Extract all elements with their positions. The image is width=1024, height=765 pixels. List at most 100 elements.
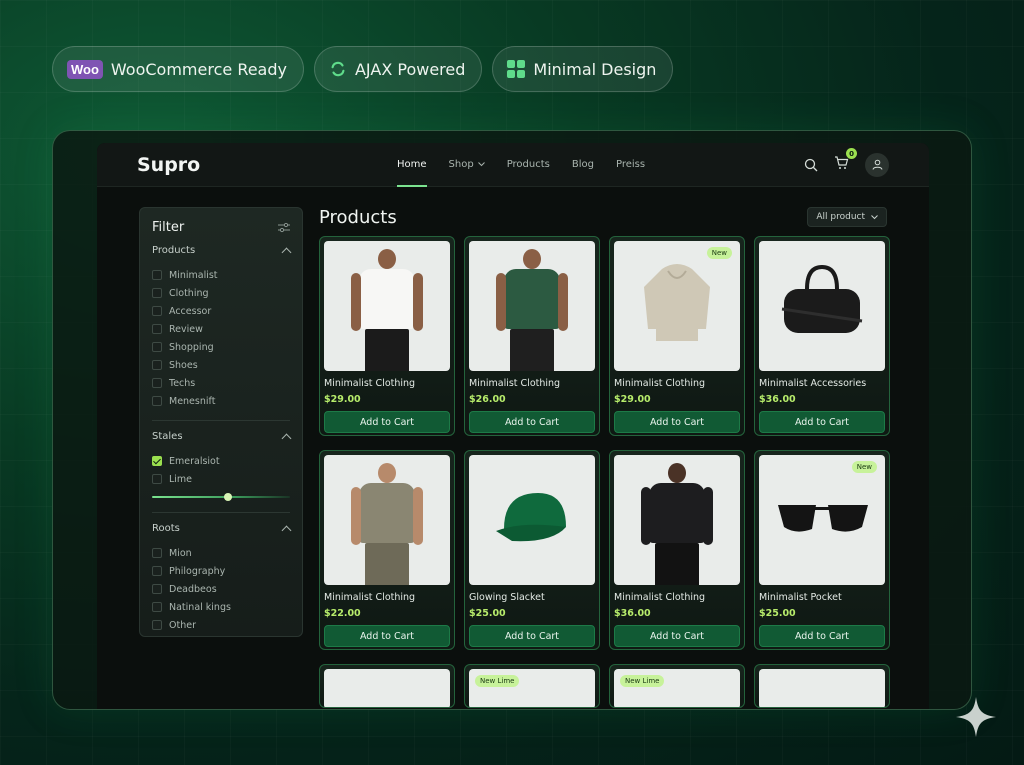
site-logo[interactable]: Supro — [137, 154, 200, 176]
product-card[interactable]: Minimalist Accessories $36.00 Add to Car… — [754, 236, 890, 436]
product-card[interactable]: Minimalist Clothing $26.00 Add to Cart — [464, 236, 600, 436]
add-to-cart-button[interactable]: Add to Cart — [759, 625, 885, 647]
add-to-cart-button[interactable]: Add to Cart — [469, 411, 595, 433]
checkbox[interactable] — [152, 584, 162, 594]
nav-preiss[interactable]: Preiss — [616, 143, 645, 187]
nav-blog[interactable]: Blog — [572, 143, 594, 187]
showcase-frame: Supro Home Shop Products Blog Preiss 0 F… — [52, 130, 972, 710]
product-image[interactable] — [614, 455, 740, 585]
checkbox[interactable] — [152, 566, 162, 576]
checkbox[interactable] — [152, 620, 162, 630]
product-card[interactable]: Minimalist Clothing $36.00 Add to Cart — [609, 450, 745, 650]
slider-track — [152, 496, 290, 498]
filter-section-roots[interactable]: Roots — [152, 523, 292, 535]
product-image[interactable] — [324, 669, 450, 707]
filter-option[interactable]: Accessor — [152, 302, 290, 320]
product-image[interactable] — [759, 241, 885, 371]
product-price: $25.00 — [759, 608, 796, 619]
filter-option[interactable]: Philography — [152, 562, 290, 580]
ajax-refresh-icon — [331, 61, 345, 77]
new-lime-badge: New Lime — [620, 675, 665, 687]
product-name[interactable]: Minimalist Accessories — [759, 378, 885, 389]
filter-option[interactable]: Menesnift — [152, 392, 290, 410]
range-slider[interactable] — [152, 492, 290, 502]
nav-products[interactable]: Products — [507, 143, 550, 187]
add-to-cart-button[interactable]: Add to Cart — [614, 625, 740, 647]
filter-option[interactable]: Minimalist — [152, 266, 290, 284]
checkbox[interactable] — [152, 342, 162, 352]
product-card[interactable]: Minimalist Clothing $29.00 Add to Cart — [319, 236, 455, 436]
filter-option[interactable]: Emeralsiot — [152, 452, 290, 470]
filter-option[interactable]: Other — [152, 616, 290, 634]
model-figure — [349, 249, 425, 371]
nav-home[interactable]: Home — [397, 143, 427, 187]
main-menu: Home Shop Products Blog Preiss — [397, 143, 645, 187]
product-card[interactable]: New Minimalist Clothing $29.00 Add to Ca… — [609, 236, 745, 436]
checkbox[interactable] — [152, 324, 162, 334]
product-card[interactable]: New Minimalist Pocket $25.00 Add to Cart — [754, 450, 890, 650]
cart-button[interactable]: 0 — [834, 148, 857, 174]
product-image[interactable]: New — [759, 455, 885, 585]
product-image[interactable] — [324, 241, 450, 371]
divider — [152, 512, 290, 513]
checkbox[interactable] — [152, 474, 162, 484]
add-to-cart-button[interactable]: Add to Cart — [469, 625, 595, 647]
nav-shop-label: Shop — [448, 159, 474, 170]
filter-option[interactable]: Deadbeos — [152, 580, 290, 598]
product-price: $22.00 — [324, 608, 361, 619]
add-to-cart-button[interactable]: Add to Cart — [324, 411, 450, 433]
checkbox[interactable] — [152, 456, 162, 466]
product-name[interactable]: Minimalist Pocket — [759, 592, 885, 603]
checkbox[interactable] — [152, 360, 162, 370]
checkbox[interactable] — [152, 548, 162, 558]
checkbox[interactable] — [152, 396, 162, 406]
product-card[interactable] — [754, 664, 890, 708]
product-image[interactable]: New Lime — [469, 669, 595, 707]
checkbox[interactable] — [152, 288, 162, 298]
sunglasses-image — [778, 505, 868, 532]
filter-section-stales[interactable]: Stales — [152, 431, 292, 443]
add-to-cart-button[interactable]: Add to Cart — [324, 625, 450, 647]
checkbox[interactable] — [152, 378, 162, 388]
product-name[interactable]: Minimalist Clothing — [614, 592, 740, 603]
filter-option[interactable]: Natinal kings — [152, 598, 290, 616]
product-card[interactable]: Minimalist Clothing $22.00 Add to Cart — [319, 450, 455, 650]
product-image[interactable]: New — [614, 241, 740, 371]
checkbox[interactable] — [152, 270, 162, 280]
add-to-cart-button[interactable]: Add to Cart — [759, 411, 885, 433]
slider-thumb[interactable] — [223, 493, 232, 501]
product-name[interactable]: Minimalist Clothing — [324, 592, 450, 603]
add-to-cart-button[interactable]: Add to Cart — [614, 411, 740, 433]
filter-option[interactable]: Mion — [152, 544, 290, 562]
account-button[interactable] — [865, 152, 889, 177]
filter-option[interactable]: Review — [152, 320, 290, 338]
filter-section-products[interactable]: Products — [152, 245, 292, 257]
product-image[interactable] — [469, 455, 595, 585]
product-image[interactable] — [759, 669, 885, 707]
product-card[interactable]: New Lime — [609, 664, 745, 708]
product-name[interactable]: Minimalist Clothing — [614, 378, 740, 389]
badge-ajax: AJAX Powered — [313, 46, 483, 92]
product-name[interactable]: Minimalist Clothing — [324, 378, 450, 389]
product-image[interactable]: New Lime — [614, 669, 740, 707]
checkbox[interactable] — [152, 306, 162, 316]
product-name[interactable]: Minimalist Clothing — [469, 378, 595, 389]
nav-shop[interactable]: Shop — [449, 143, 485, 187]
product-image[interactable] — [324, 455, 450, 585]
product-card[interactable]: Glowing Slacket $25.00 Add to Cart — [464, 450, 600, 650]
filter-option[interactable]: Clothing — [152, 284, 290, 302]
hoodie-image — [644, 264, 710, 341]
checkbox[interactable] — [152, 602, 162, 612]
filter-option[interactable]: Shoes — [152, 356, 290, 374]
filter-option[interactable]: Techs — [152, 374, 290, 392]
product-card[interactable]: New Lime — [464, 664, 600, 708]
product-card[interactable] — [319, 664, 455, 708]
product-image[interactable] — [469, 241, 595, 371]
sort-dropdown[interactable]: All product — [807, 207, 887, 227]
sliders-icon[interactable] — [278, 222, 290, 233]
product-name[interactable]: Glowing Slacket — [469, 592, 595, 603]
search-icon[interactable] — [804, 158, 818, 172]
filter-option[interactable]: Lime — [152, 470, 290, 488]
top-nav: Supro Home Shop Products Blog Preiss 0 — [97, 143, 929, 187]
filter-option[interactable]: Shopping — [152, 338, 290, 356]
